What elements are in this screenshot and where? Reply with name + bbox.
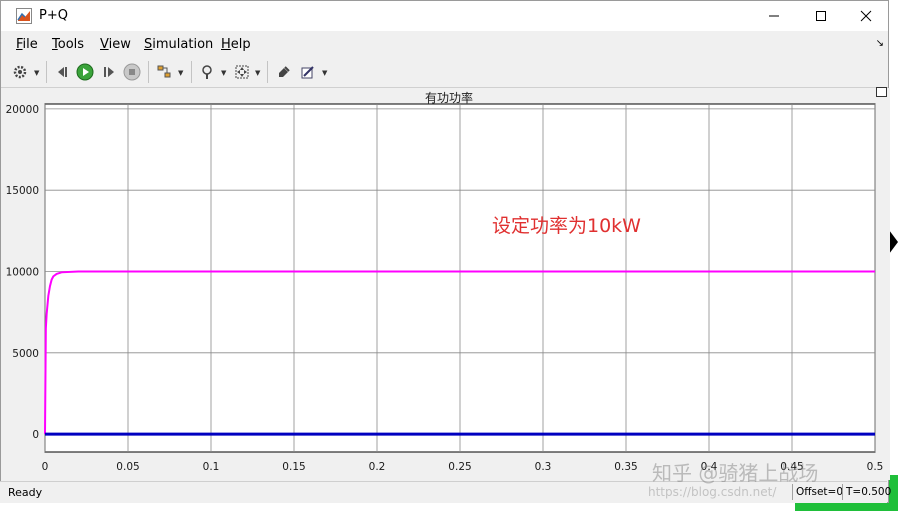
x-tick-label: 0.2 xyxy=(369,461,386,473)
x-tick-label: 0 xyxy=(42,461,49,473)
y-tick-label: 5000 xyxy=(12,348,39,360)
y-tick-label: 0 xyxy=(32,429,39,441)
status-text: Ready xyxy=(8,486,43,499)
status-offset: Offset=0 xyxy=(792,484,843,500)
y-tick-label: 15000 xyxy=(6,185,39,197)
x-tick-label: 0.35 xyxy=(614,461,637,473)
watermark: 知乎 @骑猪上战场 xyxy=(652,461,819,485)
plot-annotation: 设定功率为10kW xyxy=(492,215,641,237)
x-tick-label: 0.1 xyxy=(203,461,220,473)
x-tick-label: 0.05 xyxy=(116,461,139,473)
x-tick-label: 0.25 xyxy=(448,461,471,473)
x-tick-label: 0.5 xyxy=(867,461,884,473)
status-time: T=0.500 xyxy=(842,484,891,500)
scope-plot[interactable]: 0 0.05 0.1 0.15 0.2 0.25 0.3 0.35 0.4 0.45 0.50500… xyxy=(0,0,898,511)
watermark-url: https://blog.csdn.net/ xyxy=(648,485,777,499)
y-tick-label: 20000 xyxy=(6,104,39,116)
x-tick-label: 0.3 xyxy=(535,461,552,473)
x-tick-label: 0.15 xyxy=(282,461,305,473)
y-tick-label: 10000 xyxy=(6,266,39,278)
